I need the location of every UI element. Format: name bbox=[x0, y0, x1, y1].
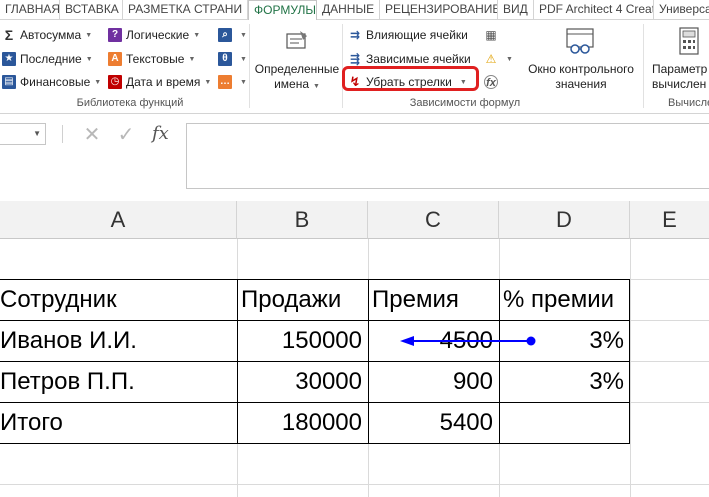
show-formulas-button[interactable]: ▦ bbox=[484, 25, 502, 45]
watch-window-icon bbox=[566, 28, 594, 54]
ribbon-tab-bar: ГЛАВНАЯ ВСТАВКА РАЗМЕТКА СТРАНИ ФОРМУЛЫ … bbox=[0, 0, 709, 21]
recent-label: Последние bbox=[20, 52, 82, 66]
trace-dependents-icon: ⇶ bbox=[349, 52, 361, 66]
theta-book-icon: θ bbox=[218, 52, 232, 66]
chevron-down-icon: ▼ bbox=[94, 78, 102, 86]
autosum-label: Автосумма bbox=[20, 28, 82, 42]
trace-precedents-button[interactable]: ⇉ Влияющие ячейки bbox=[348, 25, 468, 45]
defined-names-line1: Определенные bbox=[254, 62, 340, 76]
warning-check-icon: ⚠ bbox=[485, 52, 497, 66]
tab-universal[interactable]: Универсал bbox=[654, 0, 709, 20]
group-divider bbox=[249, 24, 250, 108]
chevron-down-icon: ▼ bbox=[188, 55, 196, 63]
watch-window-line2: значения bbox=[555, 77, 607, 91]
formula-bar-splitter[interactable] bbox=[62, 125, 63, 143]
tab-review[interactable]: РЕЦЕНЗИРОВАНИЕ bbox=[380, 0, 498, 20]
calc-options-button[interactable]: Параметр вычислен bbox=[648, 24, 709, 96]
tab-formulas[interactable]: ФОРМУЛЫ bbox=[248, 0, 317, 21]
dependents-highlight-frame bbox=[342, 66, 479, 91]
formula-bar: ▼ ✕ ✓ fx bbox=[0, 115, 709, 201]
more-functions-button[interactable]: … ▼ bbox=[218, 72, 247, 92]
book-icon: ▤ bbox=[2, 75, 16, 89]
sigma-icon: Σ bbox=[4, 27, 14, 43]
tab-data[interactable]: ДАННЫЕ bbox=[317, 0, 380, 20]
tab-insert[interactable]: ВСТАВКА bbox=[60, 0, 123, 20]
trace-dependents-arrow bbox=[400, 336, 536, 346]
evaluate-formula-button[interactable]: fx bbox=[484, 72, 502, 92]
chevron-down-icon: ▼ bbox=[240, 55, 247, 63]
error-checking-button[interactable]: ⚠ ▼ bbox=[484, 49, 513, 69]
confirm-entry-icon[interactable]: ✓ bbox=[116, 125, 136, 145]
chevron-down-icon: ▼ bbox=[240, 78, 247, 86]
dots-book-icon: … bbox=[218, 75, 232, 89]
recent-functions-button[interactable]: ★ Последние ▼ bbox=[2, 49, 93, 69]
question-book-icon: ? bbox=[108, 28, 122, 42]
star-icon: ★ bbox=[2, 52, 16, 66]
math-functions-button[interactable]: θ ▼ bbox=[218, 49, 247, 69]
text-functions-button[interactable]: A Текстовые ▼ bbox=[108, 49, 195, 69]
logical-label: Логические bbox=[126, 28, 190, 42]
chevron-down-icon: ▼ bbox=[193, 31, 201, 39]
chevron-down-icon: ▼ bbox=[85, 31, 93, 39]
chevron-down-icon: ▼ bbox=[204, 78, 212, 86]
formula-input[interactable] bbox=[186, 123, 709, 189]
calculation-group-label: Вычисле bbox=[668, 97, 709, 109]
tab-pdf-architect[interactable]: PDF Architect 4 Creat bbox=[534, 0, 654, 20]
text-book-icon: A bbox=[108, 52, 122, 66]
cancel-entry-icon[interactable]: ✕ bbox=[82, 125, 102, 145]
watch-window-button[interactable]: Окно контрольного значения bbox=[520, 24, 642, 96]
watch-window-line1: Окно контрольного bbox=[528, 62, 634, 76]
logical-functions-button[interactable]: ? Логические ▼ bbox=[108, 25, 200, 45]
ribbon: Σ Автосумма ▼ ★ Последние ▼ ▤ Финансовые… bbox=[0, 20, 709, 114]
trace-precedents-label: Влияющие ячейки bbox=[366, 28, 468, 42]
function-library-group-label: Библиотека функций bbox=[76, 97, 184, 109]
chevron-down-icon: ▼ bbox=[506, 55, 513, 63]
evaluate-fx-icon: fx bbox=[484, 75, 498, 89]
chevron-down-icon: ▼ bbox=[240, 31, 247, 39]
chevron-down-icon: ▼ bbox=[85, 55, 93, 63]
trace-precedents-icon: ⇉ bbox=[349, 28, 361, 42]
name-box[interactable]: ▼ bbox=[0, 123, 46, 145]
autosum-button[interactable]: Σ Автосумма ▼ bbox=[2, 25, 92, 45]
datetime-functions-button[interactable]: ◷ Дата и время ▼ bbox=[108, 72, 211, 92]
insert-function-icon[interactable]: fx bbox=[152, 123, 169, 144]
tab-home[interactable]: ГЛАВНАЯ bbox=[0, 0, 60, 20]
calculator-icon bbox=[679, 27, 699, 55]
trace-dependents-label: Зависимые ячейки bbox=[366, 52, 471, 66]
search-book-icon: ⌕ bbox=[218, 28, 232, 42]
trace-arrow-origin-dot bbox=[526, 336, 536, 346]
name-tag-icon bbox=[286, 31, 307, 49]
defined-names-button[interactable]: Определенные имена ▼ bbox=[252, 24, 342, 96]
text-label: Текстовые bbox=[126, 52, 185, 66]
show-formulas-icon: ▦ bbox=[485, 28, 497, 42]
defined-names-line2: имена ▼ bbox=[274, 77, 320, 91]
tab-view[interactable]: ВИД bbox=[498, 0, 534, 20]
clock-book-icon: ◷ bbox=[108, 75, 122, 89]
group-divider bbox=[643, 24, 644, 108]
formula-auditing-group-label: Зависимости формул bbox=[409, 97, 521, 109]
financial-label: Финансовые bbox=[20, 75, 91, 89]
tab-page-layout[interactable]: РАЗМЕТКА СТРАНИ bbox=[123, 0, 248, 20]
trace-arrowhead bbox=[400, 336, 414, 346]
chevron-down-icon[interactable]: ▼ bbox=[33, 129, 41, 138]
datetime-label: Дата и время bbox=[126, 75, 201, 89]
financial-functions-button[interactable]: ▤ Финансовые ▼ bbox=[2, 72, 101, 92]
worksheet-grid[interactable]: A B C D E Сотрудник Продажи Премия % пре… bbox=[0, 201, 709, 497]
calc-options-line2: вычислен bbox=[652, 77, 707, 91]
lookup-functions-button[interactable]: ⌕ ▼ bbox=[218, 25, 247, 45]
group-divider bbox=[342, 24, 343, 108]
calc-options-line1: Параметр bbox=[652, 62, 708, 76]
